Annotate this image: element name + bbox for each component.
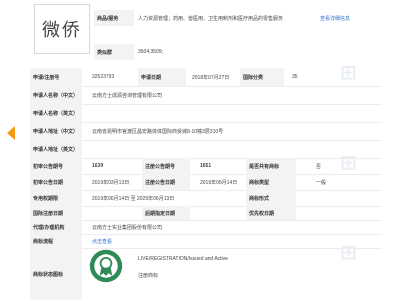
reg-pub-no-label: 注册公告期号	[142, 158, 190, 174]
prelim-no-label: 初审公告期号	[30, 158, 82, 174]
row-applicant-cn: 申请人名称（中文） 云南方士成源咨询管理有限公司	[30, 86, 382, 105]
agent-label: 代理/办理机构	[30, 220, 82, 234]
row-reg: 申请/注册号 32523793 申请日期 2018年07月27日 国际分类 35	[30, 68, 382, 87]
status-text-cn: 注册商标	[138, 273, 159, 279]
intl-reg-date-label: 国际注册日期	[30, 206, 82, 220]
intl-class-label: 国际分类	[240, 68, 284, 86]
reg-pub-date-value: 2019年06月14日	[200, 179, 238, 186]
class-group-label: 类似群	[94, 44, 134, 60]
address-cn-label: 申请人地址（中文）	[30, 122, 82, 140]
mark-type-value: 一般	[316, 179, 327, 186]
goods-value: 人力资源管理；药用、兽医用、卫生用制剂和医疗用品的零售服务	[138, 15, 284, 22]
status-label: 商标状态图标	[30, 248, 82, 300]
row-agent: 代理/办理机构 云南方士实业集团股份有限公司	[30, 220, 382, 235]
reg-no-value: 32523793	[92, 74, 115, 80]
shared-label: 是否共有商标	[246, 158, 296, 174]
mark-type-label: 商标类型	[246, 174, 296, 190]
row-process: 商标流程 点击查看	[30, 234, 382, 249]
reg-pub-no-value: 1651	[200, 163, 212, 169]
trademark-logo: 微侨	[34, 4, 90, 54]
shared-value: 否	[316, 163, 322, 170]
applicant-cn-value: 云南方士成源咨询管理有限公司	[92, 92, 163, 99]
reg-no-label: 申请/注册号	[30, 68, 82, 86]
goods-detail-link[interactable]: 查看详细信息	[320, 10, 350, 26]
row-pub-date: 初审公告日期 2019年03月13日 注册公告日期 2019年06月14日 商标…	[30, 174, 382, 191]
row-pub-no: 初审公告期号 1639 注册公告期号 1651 是否共有商标 否	[30, 158, 382, 175]
row-address-cn: 申请人地址（中文） 云南省昆明市官渡区昌宏路体体国际商受城8-10幢3层310号	[30, 122, 382, 141]
address-cn-value: 云南省昆明市官渡区昌宏路体体国际商受城8-10幢3层310号	[92, 128, 224, 135]
mark-form-label: 商标形式	[246, 190, 296, 206]
intl-class-value: 35	[292, 74, 298, 80]
applicant-en-label: 申请人名称（英文）	[30, 104, 82, 122]
exclusive-label: 专用权期限	[30, 190, 82, 206]
chevron-left-icon[interactable]	[5, 125, 17, 141]
applicant-cn-label: 申请人名称（中文）	[30, 86, 82, 104]
status-text-en: LIVE/REGISTRATION/Issued and Active	[138, 256, 228, 262]
process-label: 商标流程	[30, 234, 82, 248]
registered-badge-icon	[86, 246, 126, 286]
class-group-value: 3504;3509;	[138, 49, 164, 55]
row-intl: 国际注册日期 后期指定日期 优先权日期	[30, 206, 382, 221]
row-exclusive: 专用权期限 2019年06月14日 至 2029年06月13日 商标形式	[30, 190, 382, 207]
agent-value: 云南方士实业集团股份有限公司	[92, 224, 163, 231]
trademark-detail: 微侨 商品/服务 人力资源管理；药用、兽医用、卫生用制剂和医疗用品的零售服务 查…	[30, 0, 382, 300]
later-date-label: 后期指定日期	[142, 206, 190, 220]
priority-date-label: 优先权日期	[246, 206, 296, 220]
prelim-no-value: 1639	[92, 163, 104, 169]
prelim-date-label: 初审公告日期	[30, 174, 82, 190]
reg-pub-date-label: 注册公告日期	[142, 174, 190, 190]
goods-label: 商品/服务	[94, 10, 134, 26]
row-applicant-en: 申请人名称（英文）	[30, 104, 382, 123]
prelim-date-value: 2019年03月13日	[92, 179, 130, 186]
logo-text: 微侨	[42, 20, 82, 41]
apply-date-value: 2018年07月27日	[192, 74, 230, 81]
exclusive-value: 2019年06月14日 至 2029年06月13日	[92, 195, 175, 202]
apply-date-label: 申请日期	[138, 68, 186, 86]
